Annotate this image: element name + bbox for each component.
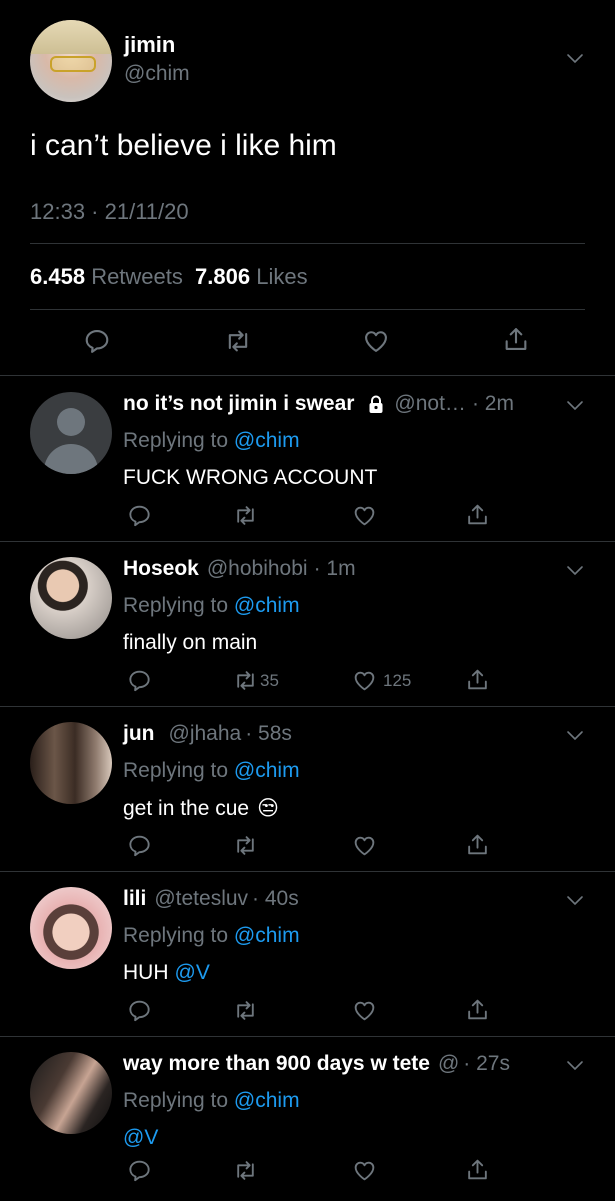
retweet-icon[interactable] — [233, 503, 258, 528]
chevron-down-icon[interactable] — [566, 565, 584, 577]
reply-time[interactable]: · 2m — [472, 392, 514, 416]
retweet-action[interactable]: 35 — [233, 668, 279, 693]
retweet-count[interactable]: 6.458 — [30, 264, 85, 289]
retweet-icon[interactable] — [233, 668, 258, 693]
main-avatar[interactable] — [30, 20, 112, 102]
reply-handle[interactable]: @ — [438, 1052, 459, 1076]
retweet-icon[interactable] — [233, 998, 258, 1023]
like-icon[interactable] — [352, 833, 377, 858]
main-tweet: jimin @chim i can’t believe i like him 1… — [0, 0, 615, 376]
reply-icon[interactable] — [83, 327, 111, 355]
replying-to-label: Replying to — [123, 759, 229, 782]
reply-avatar[interactable] — [30, 887, 112, 969]
reply-time[interactable]: · 1m — [314, 557, 356, 581]
share-icon[interactable] — [502, 325, 530, 353]
divider — [30, 243, 585, 244]
reply-avatar[interactable] — [30, 1052, 112, 1134]
reply-tweet[interactable]: no it’s not jimin i swear @not… · 2m Rep… — [0, 376, 615, 542]
reply-avatar[interactable] — [30, 722, 112, 804]
like-icon[interactable] — [352, 503, 377, 528]
main-display-name[interactable]: jimin — [124, 32, 175, 58]
replying-to-link[interactable]: @chim — [234, 594, 300, 617]
reply-icon[interactable] — [127, 503, 152, 528]
share-icon[interactable] — [465, 667, 490, 692]
retweet-icon[interactable] — [233, 1158, 258, 1183]
reply-time[interactable]: · 40s — [252, 887, 299, 911]
mention-link[interactable]: @V — [123, 1126, 158, 1150]
reply-icon[interactable] — [127, 668, 152, 693]
reply-tweet[interactable]: way more than 900 days w tete @ · 27s Re… — [0, 1036, 615, 1201]
main-handle[interactable]: @chim — [124, 62, 190, 86]
like-action[interactable]: 125 — [352, 668, 411, 693]
reply-display-name[interactable]: lili — [123, 887, 146, 911]
replying-to-link[interactable]: @chim — [234, 924, 300, 947]
like-icon[interactable] — [352, 1158, 377, 1183]
retweet-label[interactable]: Retweets — [91, 264, 183, 289]
like-count: 125 — [383, 670, 412, 690]
main-tweet-text: i can’t believe i like him — [30, 129, 337, 162]
reply-handle[interactable]: @hobihobi — [207, 557, 308, 581]
reply-handle[interactable]: @jhaha — [169, 722, 242, 746]
reply-text: FUCK WRONG ACCOUNT — [123, 466, 378, 489]
replying-to-label: Replying to — [123, 594, 229, 617]
lock-icon — [369, 395, 383, 413]
reply-handle[interactable]: @tetesluv — [154, 887, 248, 911]
share-icon[interactable] — [465, 997, 490, 1022]
reply-display-name[interactable]: no it’s not jimin i swear — [123, 392, 354, 416]
share-icon[interactable] — [465, 502, 490, 527]
replying-to-link[interactable]: @chim — [234, 429, 300, 452]
share-icon[interactable] — [465, 1157, 490, 1182]
replying-to-link[interactable]: @chim — [234, 1089, 300, 1112]
reply-handle[interactable]: @not… — [394, 392, 466, 416]
chevron-down-icon[interactable] — [566, 730, 584, 742]
like-icon[interactable] — [362, 327, 390, 355]
replying-to-link[interactable]: @chim — [234, 759, 300, 782]
chevron-down-icon[interactable] — [566, 895, 584, 907]
main-stats: 6.458 Retweets 7.806 Likes — [30, 264, 308, 290]
reply-display-name[interactable]: Hoseok — [123, 557, 199, 581]
retweet-icon[interactable] — [233, 833, 258, 858]
chevron-down-icon[interactable] — [566, 400, 584, 412]
reply-icon[interactable] — [127, 998, 152, 1023]
chevron-down-icon[interactable] — [566, 53, 584, 65]
reply-icon[interactable] — [127, 1158, 152, 1183]
replying-to-label: Replying to — [123, 429, 229, 452]
reply-avatar[interactable] — [30, 392, 112, 474]
divider — [30, 309, 585, 310]
reply-tweet[interactable]: Hoseok @hobihobi · 1m Replying to @chim … — [0, 541, 615, 707]
main-timestamp[interactable]: 12:33 · 21/11/20 — [30, 199, 189, 225]
like-icon[interactable] — [352, 998, 377, 1023]
retweet-count: 35 — [260, 670, 279, 690]
like-count[interactable]: 7.806 — [195, 264, 250, 289]
like-label[interactable]: Likes — [256, 264, 307, 289]
chevron-down-icon[interactable] — [566, 1060, 584, 1072]
replying-to-label: Replying to — [123, 924, 229, 947]
reply-display-name[interactable]: jun — [123, 722, 155, 746]
retweet-icon[interactable] — [224, 327, 252, 355]
like-icon[interactable] — [352, 668, 377, 693]
reply-avatar[interactable] — [30, 557, 112, 639]
share-icon[interactable] — [465, 832, 490, 857]
reply-text: get in the cue — [123, 796, 250, 820]
reply-display-name[interactable]: way more than 900 days w tete — [123, 1052, 430, 1076]
reply-tweet[interactable]: lili @tetesluv · 40s Replying to @chim H… — [0, 871, 615, 1037]
reply-text: HUH — [123, 961, 169, 984]
reply-icon[interactable] — [127, 833, 152, 858]
unamused-emoji: 😒 — [257, 797, 279, 820]
replying-to-label: Replying to — [123, 1089, 229, 1112]
mention-link[interactable]: @V — [175, 961, 210, 985]
reply-time[interactable]: · 58s — [245, 722, 292, 746]
reply-tweet[interactable]: jun @jhaha · 58s Replying to @chim get i… — [0, 706, 615, 872]
reply-text: finally on main — [123, 631, 258, 654]
reply-time[interactable]: · 27s — [463, 1052, 510, 1076]
